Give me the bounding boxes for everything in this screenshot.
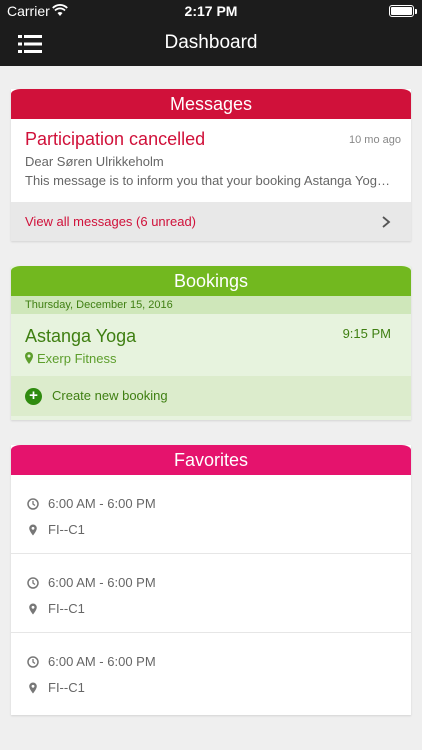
message-preview: This message is to inform you that your …	[25, 173, 397, 188]
favorite-location-row: FI--C1	[27, 675, 395, 701]
message-time: 10 mo ago	[349, 134, 401, 146]
favorites-header: Favorites	[11, 445, 411, 475]
location-pin-icon	[29, 603, 37, 615]
booking-class-name: Astanga Yoga	[25, 326, 137, 346]
plus-circle-icon: +	[25, 388, 42, 405]
bookings-header: Bookings	[11, 266, 411, 296]
favorite-item[interactable]: 6:00 AM - 6:00 PM FI--C1	[11, 554, 411, 633]
favorite-location: FI--C1	[48, 522, 85, 537]
favorites-card: Favorites 6:00 AM - 6:00 PM FI--C1 6:00 …	[11, 445, 411, 715]
clock-icon	[27, 577, 39, 589]
status-bar: Carrier 2:17 PM	[0, 0, 422, 22]
clock-icon	[27, 498, 39, 510]
view-all-messages-link[interactable]: View all messages (6 unread)	[11, 202, 411, 241]
page-title: Dashboard	[164, 32, 258, 53]
message-title: Participation cancelled	[25, 129, 206, 149]
messages-card: Messages Participation cancelled 10 mo a…	[11, 89, 411, 241]
favorite-item[interactable]: 6:00 AM - 6:00 PM FI--C1	[11, 475, 411, 554]
favorite-time: 6:00 AM - 6:00 PM	[48, 654, 156, 669]
create-booking-label: Create new booking	[52, 388, 168, 403]
favorite-location-row: FI--C1	[27, 517, 395, 543]
message-item[interactable]: Participation cancelled 10 mo ago Dear S…	[11, 119, 411, 202]
favorite-location: FI--C1	[48, 601, 85, 616]
favorite-time: 6:00 AM - 6:00 PM	[48, 575, 156, 590]
location-pin-icon	[29, 524, 37, 536]
favorite-time-row: 6:00 AM - 6:00 PM	[27, 649, 395, 675]
create-booking-button[interactable]: + Create new booking	[11, 376, 411, 416]
messages-header: Messages	[11, 89, 411, 119]
favorite-time: 6:00 AM - 6:00 PM	[48, 496, 156, 511]
nav-bar: Dashboard	[0, 22, 422, 66]
favorite-time-row: 6:00 AM - 6:00 PM	[27, 570, 395, 596]
location-pin-icon	[29, 682, 37, 694]
booking-date: Thursday, December 15, 2016	[11, 296, 411, 314]
favorite-item[interactable]: 6:00 AM - 6:00 PM FI--C1	[11, 633, 411, 712]
booking-location-label: Exerp Fitness	[37, 351, 117, 366]
status-time: 2:17 PM	[184, 3, 238, 19]
message-greeting: Dear Søren Ulrikkeholm	[25, 154, 164, 169]
favorite-location-row: FI--C1	[27, 596, 395, 622]
clock-icon	[27, 656, 39, 668]
battery-icon	[389, 5, 417, 17]
bookings-card: Bookings Thursday, December 15, 2016 Ast…	[11, 266, 411, 420]
view-all-messages-label: View all messages (6 unread)	[25, 214, 197, 229]
favorite-time-row: 6:00 AM - 6:00 PM	[27, 491, 395, 517]
chevron-right-icon	[382, 216, 391, 228]
favorite-location: FI--C1	[48, 680, 85, 695]
booking-location: Exerp Fitness	[25, 351, 397, 366]
location-pin-icon	[25, 352, 33, 364]
booking-time: 9:15 PM	[342, 326, 391, 341]
booking-item[interactable]: Astanga Yoga 9:15 PM Exerp Fitness	[11, 314, 411, 376]
